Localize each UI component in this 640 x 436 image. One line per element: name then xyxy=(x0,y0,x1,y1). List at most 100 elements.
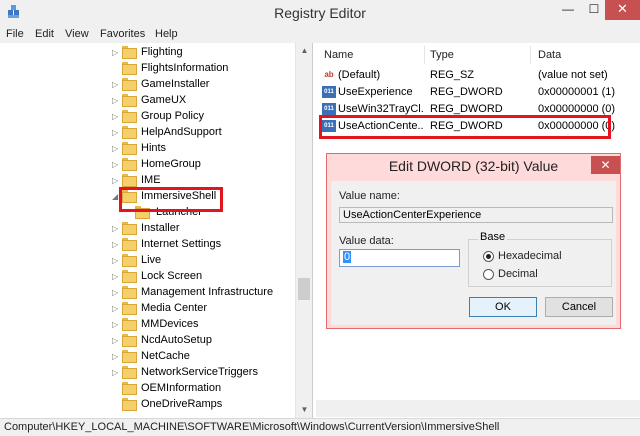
menu-view[interactable]: View xyxy=(65,28,89,40)
tree-item-label: Media Center xyxy=(141,302,208,314)
menu-favorites[interactable]: Favorites xyxy=(100,28,145,40)
folder-icon xyxy=(122,94,137,107)
hexadecimal-radio[interactable] xyxy=(483,251,494,262)
expand-arrow-icon[interactable]: ▷ xyxy=(112,143,120,155)
tree-item[interactable]: ▷ NetworkServiceTriggers xyxy=(0,365,295,381)
tree-item[interactable]: ▷ HelpAndSupport xyxy=(0,125,295,141)
column-separator[interactable] xyxy=(530,46,531,64)
value-type-cell: REG_DWORD xyxy=(430,86,503,98)
tree-item[interactable]: ▷ NetCache xyxy=(0,349,295,365)
tree-item-label: NetworkServiceTriggers xyxy=(141,366,258,378)
tree-item-label: OEMInformation xyxy=(141,382,222,394)
column-header-name[interactable]: Name xyxy=(324,49,353,61)
expand-arrow-icon[interactable]: ▷ xyxy=(112,367,120,379)
edit-dword-dialog[interactable]: Edit DWORD (32-bit) Value ✕ Value name: … xyxy=(326,153,621,329)
tree-item[interactable]: ▷ GameUX xyxy=(0,93,295,109)
useactioncenter-highlight-box xyxy=(319,115,611,139)
expand-arrow-icon[interactable]: ▷ xyxy=(112,95,120,107)
menu-help[interactable]: Help xyxy=(155,28,178,40)
cancel-button[interactable]: Cancel xyxy=(545,297,613,317)
tree-item[interactable]: ▷ Group Policy xyxy=(0,109,295,125)
tree-item[interactable]: ▷ NcdAutoSetup xyxy=(0,333,295,349)
close-button[interactable]: ✕ xyxy=(605,0,640,20)
tree-item[interactable]: ▷ Hints xyxy=(0,141,295,157)
column-header-type[interactable]: Type xyxy=(430,49,454,61)
list-horizontal-scrollbar[interactable] xyxy=(316,400,640,417)
tree-item[interactable]: ▷ Live xyxy=(0,253,295,269)
expand-arrow-icon[interactable]: ▷ xyxy=(112,335,120,347)
status-bar: Computer\HKEY_LOCAL_MACHINE\SOFTWARE\Mic… xyxy=(0,418,640,436)
expand-arrow-icon[interactable]: ▷ xyxy=(112,47,120,59)
status-path: Computer\HKEY_LOCAL_MACHINE\SOFTWARE\Mic… xyxy=(4,421,500,433)
tree-item-label: HomeGroup xyxy=(141,158,201,170)
expand-arrow-icon[interactable]: ▷ xyxy=(112,223,120,235)
maximize-button[interactable]: ☐ xyxy=(581,0,607,20)
title-bar[interactable]: Registry Editor — ☐ ✕ xyxy=(0,0,640,25)
menu-edit[interactable]: Edit xyxy=(35,28,54,40)
expand-arrow-icon[interactable]: ▷ xyxy=(112,351,120,363)
tree-item[interactable]: ▷ HomeGroup xyxy=(0,157,295,173)
value-data-cell: 0x00000000 (0) xyxy=(538,103,616,115)
expand-arrow-icon[interactable]: ▷ xyxy=(112,111,120,123)
value-data-label: Value data: xyxy=(339,235,394,247)
tree-item[interactable]: ▷ MMDevices xyxy=(0,317,295,333)
string-value-icon: ab xyxy=(324,70,334,79)
folder-icon xyxy=(122,158,137,171)
folder-icon xyxy=(122,222,137,235)
tree-item[interactable]: ▷ Flighting xyxy=(0,45,295,61)
scroll-down-icon[interactable]: ▼ xyxy=(296,402,313,418)
expand-arrow-icon[interactable]: ▷ xyxy=(112,255,120,267)
value-type-cell: REG_DWORD xyxy=(430,103,503,115)
folder-icon xyxy=(122,270,137,283)
folder-icon xyxy=(122,142,137,155)
tree-item-label: OneDriveRamps xyxy=(141,398,223,410)
folder-icon xyxy=(122,110,137,123)
minimize-button[interactable]: — xyxy=(555,0,581,20)
expand-arrow-icon[interactable]: ▷ xyxy=(112,271,120,283)
tree-item-label: NetCache xyxy=(141,350,190,362)
expand-arrow-icon[interactable]: ▷ xyxy=(112,287,120,299)
tree-item[interactable]: ▷ Internet Settings xyxy=(0,237,295,253)
tree-item-label: Flighting xyxy=(141,46,183,58)
menu-file[interactable]: File xyxy=(6,28,24,40)
value-data-text: 0 xyxy=(343,251,352,263)
tree-item[interactable]: ▷ Media Center xyxy=(0,301,295,317)
dialog-close-button[interactable]: ✕ xyxy=(591,156,620,174)
tree-item-label: GameInstaller xyxy=(141,78,210,90)
value-row[interactable]: ab (Default) REG_SZ (value not set) xyxy=(316,67,640,83)
tree-item-label: IME xyxy=(141,174,161,186)
value-row[interactable]: 011 UseExperience REG_DWORD 0x00000001 (1) xyxy=(316,84,640,100)
expand-arrow-icon[interactable]: ▷ xyxy=(112,303,120,315)
tree-item[interactable]: OneDriveRamps xyxy=(0,397,295,413)
scroll-up-icon[interactable]: ▲ xyxy=(296,43,313,59)
expand-arrow-icon[interactable]: ▷ xyxy=(112,127,120,139)
hexadecimal-label[interactable]: Hexadecimal xyxy=(498,250,562,262)
tree-scrollbar[interactable]: ▲ ▼ xyxy=(295,43,312,418)
decimal-radio[interactable] xyxy=(483,269,494,280)
folder-icon xyxy=(122,398,137,411)
tree-item-label: Hints xyxy=(141,142,167,154)
tree-item[interactable]: ▷ Management Infrastructure xyxy=(0,285,295,301)
ok-button[interactable]: OK xyxy=(469,297,537,317)
expand-arrow-icon[interactable]: ▷ xyxy=(112,319,120,331)
folder-icon xyxy=(122,46,137,59)
decimal-label[interactable]: Decimal xyxy=(498,268,538,280)
registry-tree[interactable]: ▷ Flighting FlightsInformation ▷ GameInstall… xyxy=(0,43,313,418)
expand-arrow-icon[interactable]: ▷ xyxy=(112,175,120,187)
expand-arrow-icon[interactable]: ▷ xyxy=(112,239,120,251)
tree-item[interactable]: OEMInformation xyxy=(0,381,295,397)
scroll-thumb[interactable] xyxy=(298,278,310,300)
expand-arrow-icon[interactable]: ▷ xyxy=(112,159,120,171)
value-data-input[interactable]: 0 xyxy=(339,249,460,267)
tree-item[interactable]: ▷ GameInstaller xyxy=(0,77,295,93)
tree-item[interactable]: ▷ Lock Screen xyxy=(0,269,295,285)
column-separator[interactable] xyxy=(424,46,425,64)
window-title: Registry Editor xyxy=(274,5,366,21)
tree-item[interactable]: ▷ Installer xyxy=(0,221,295,237)
expand-arrow-icon[interactable]: ▷ xyxy=(112,79,120,91)
tree-item[interactable]: FlightsInformation xyxy=(0,61,295,77)
column-header-data[interactable]: Data xyxy=(538,49,561,61)
value-data-cell: (value not set) xyxy=(538,69,608,81)
folder-icon xyxy=(122,126,137,139)
tree-item-label: FlightsInformation xyxy=(141,62,229,74)
